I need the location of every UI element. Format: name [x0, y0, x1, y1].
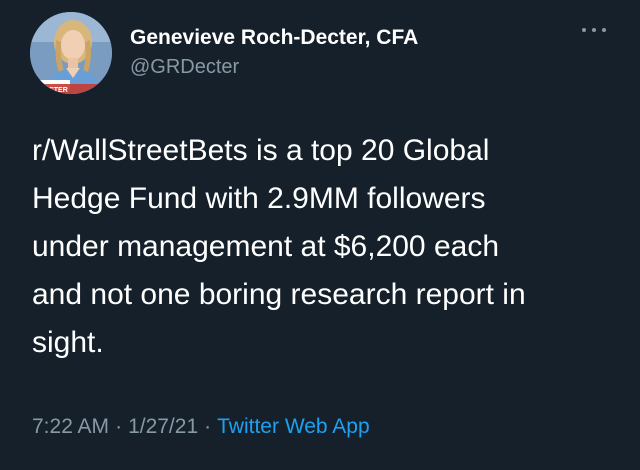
more-dot	[602, 28, 606, 32]
more-horizontal-icon[interactable]	[582, 22, 606, 38]
tweet-date[interactable]: 1/27/21	[128, 415, 198, 438]
tweet-meta: 7:22 AM · 1/27/21 · Twitter Web App	[32, 415, 370, 439]
author-handle[interactable]: @GRDecter	[130, 56, 239, 79]
tweet: DECTER Genevieve Roch-Decter, CFA @GRDec…	[0, 0, 640, 470]
more-dot	[592, 28, 596, 32]
more-dot	[582, 28, 586, 32]
tweet-text-line: Hedge Fund with 2.9MM followers	[32, 182, 486, 215]
tweet-source-link[interactable]: Twitter Web App	[217, 415, 370, 438]
avatar-badge-text: DECTER	[39, 87, 68, 94]
tweet-text: r/WallStreetBets is a top 20 Global Hedg…	[32, 127, 622, 367]
tweet-text-line: sight.	[32, 326, 104, 359]
avatar[interactable]: DECTER	[30, 12, 112, 94]
tweet-text-line: r/WallStreetBets is a top 20 Global	[32, 134, 490, 167]
tweet-text-line: and not one boring research report in	[32, 278, 526, 311]
tweet-text-line: under management at $6,200 each	[32, 230, 500, 263]
avatar-photo: DECTER	[30, 12, 112, 94]
author-display-name[interactable]: Genevieve Roch-Decter, CFA	[130, 26, 418, 50]
tweet-time[interactable]: 7:22 AM	[32, 415, 109, 438]
meta-separator: ·	[115, 415, 123, 438]
meta-separator: ·	[204, 415, 212, 438]
